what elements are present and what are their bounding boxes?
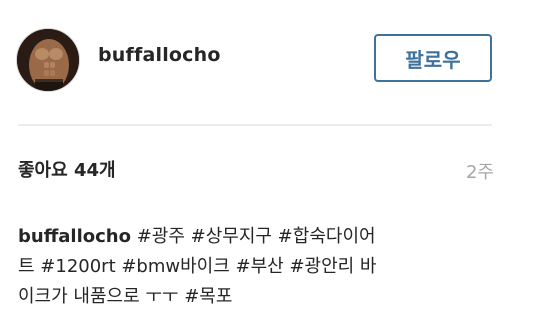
- likes-row: 좋아요 44개 2주: [18, 156, 494, 186]
- profile-photo-icon: [17, 29, 79, 91]
- likes-count[interactable]: 좋아요 44개: [18, 156, 116, 182]
- caption-line-3[interactable]: 이크가 내품으로 ㅜㅜ #목포: [18, 286, 232, 307]
- username[interactable]: buffallocho: [98, 44, 221, 66]
- divider: [18, 124, 492, 126]
- post-header: buffallocho 팔로우: [0, 0, 550, 110]
- avatar[interactable]: [16, 28, 80, 92]
- post-caption: buffallocho #광주 #상무지구 #합숙다이어 트 #1200rt #…: [18, 222, 496, 312]
- caption-line-2[interactable]: 트 #1200rt #bmw바이크 #부산 #광안리 바: [18, 256, 376, 277]
- caption-author[interactable]: buffallocho: [18, 226, 131, 247]
- post-time[interactable]: 2주: [466, 158, 494, 184]
- follow-button[interactable]: 팔로우: [374, 34, 492, 82]
- caption-line-1[interactable]: #광주 #상무지구 #합숙다이어: [137, 226, 376, 247]
